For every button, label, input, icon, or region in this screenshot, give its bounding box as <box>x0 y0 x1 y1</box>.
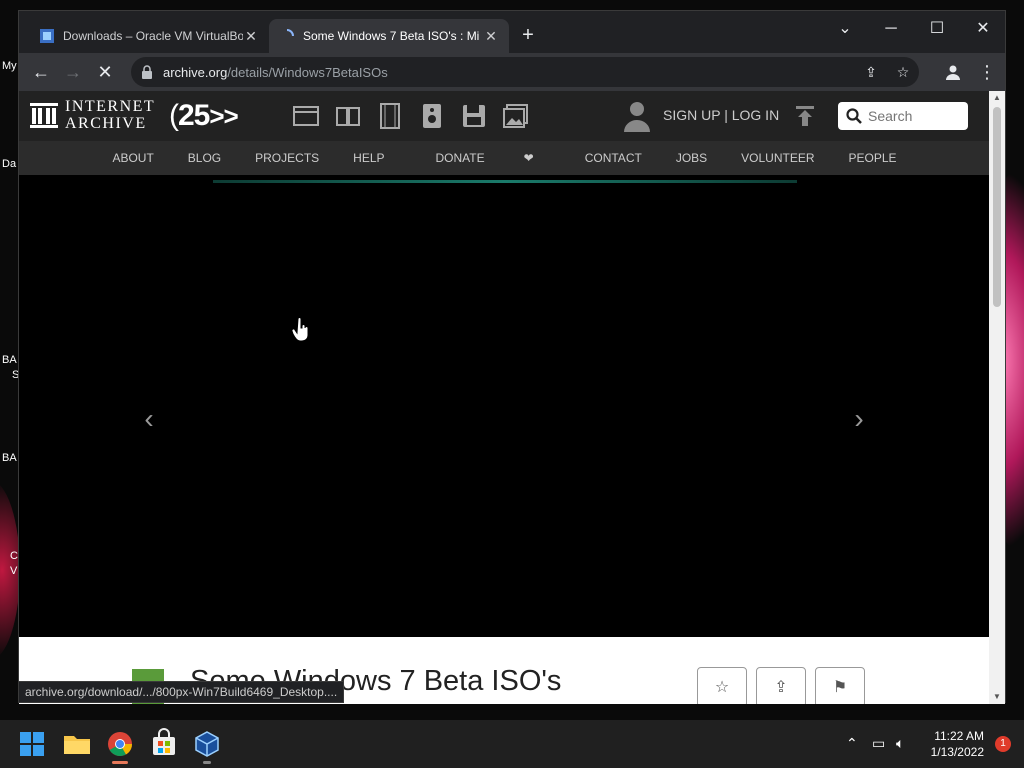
desktop-icon-label[interactable]: V <box>10 565 17 577</box>
wordmark-line2: ARCHIVE <box>65 115 147 132</box>
bookmark-star-icon[interactable]: ☆ <box>891 60 915 84</box>
search-box[interactable] <box>838 102 968 130</box>
audio-speaker-icon[interactable] <box>419 103 445 129</box>
tab-search-dropdown-icon[interactable]: ⌄ <box>823 15 867 43</box>
nav-contact[interactable]: CONTACT <box>568 151 659 165</box>
software-floppy-icon[interactable] <box>461 103 487 129</box>
nav-about[interactable]: ABOUT <box>95 151 170 165</box>
scroll-down-icon[interactable]: ▼ <box>989 690 1005 704</box>
desktop-icon-label[interactable]: Da <box>2 158 16 170</box>
address-bar[interactable]: archive.org/details/Windows7BetaISOs ⇪ ☆ <box>131 57 919 87</box>
tab-title: Downloads – Oracle VM VirtualBox <box>63 29 243 43</box>
user-avatar-icon[interactable] <box>623 100 651 132</box>
close-window-button[interactable]: ✕ <box>961 15 1005 43</box>
network-icon[interactable]: ▭ <box>872 735 885 752</box>
new-tab-button[interactable]: + <box>517 25 539 47</box>
browser-window: Downloads – Oracle VM VirtualBox ✕ Some … <box>18 10 1006 704</box>
desktop-icon-label[interactable]: My <box>2 60 17 72</box>
nav-donate[interactable]: DONATE ❤ <box>402 151 568 165</box>
nav-help[interactable]: HELP <box>336 151 401 165</box>
images-icon[interactable] <box>503 103 529 129</box>
back-arrow-icon[interactable]: ← <box>27 59 55 85</box>
ia-nav-bar: ABOUT BLOG PROJECTS HELP DONATE ❤ CONTACT… <box>19 141 990 175</box>
page-scrollbar[interactable]: ▲ ▼ <box>989 91 1005 704</box>
desktop-icon-label[interactable]: BA <box>2 354 17 366</box>
anniversary-number: 25 <box>178 99 210 132</box>
anniversary-25-logo[interactable]: (25>> <box>169 99 239 133</box>
clock-time: 11:22 AM <box>934 729 984 743</box>
ia-top-bar: INTERNET ARCHIVE (25>> SIGN UP | LOG IN <box>19 91 990 141</box>
nav-volunteer[interactable]: VOLUNTEER <box>724 151 831 165</box>
flag-icon[interactable]: ⚑ <box>815 667 865 704</box>
carousel-next-arrow-icon[interactable]: › <box>849 403 869 435</box>
heart-icon: ❤ <box>523 151 534 165</box>
image-carousel[interactable]: ‹ › <box>19 175 990 637</box>
running-app-indicator <box>203 761 211 764</box>
browser-toolbar: ← → ✕ archive.org/details/Windows7BetaIS… <box>19 53 1005 91</box>
clock-date: 1/13/2022 <box>930 745 984 759</box>
show-hidden-icons-chevron-icon[interactable]: ⌃ <box>846 735 858 752</box>
forward-arrow-icon[interactable]: → <box>59 59 87 85</box>
close-tab-icon[interactable]: ✕ <box>483 28 499 45</box>
nav-blog[interactable]: BLOG <box>171 151 238 165</box>
tab-strip: Downloads – Oracle VM VirtualBox ✕ Some … <box>19 11 1005 53</box>
nav-people[interactable]: PEOPLE <box>832 151 914 165</box>
share-item-icon[interactable]: ⇪ <box>756 667 806 704</box>
virtualbox-icon[interactable] <box>191 728 223 764</box>
url-text: archive.org/details/Windows7BetaISOs <box>163 65 388 80</box>
internet-archive-wordmark[interactable]: INTERNET ARCHIVE <box>65 98 155 132</box>
url-domain: archive.org <box>163 64 228 80</box>
volume-icon[interactable]: 🔈︎ <box>896 735 904 752</box>
scroll-up-icon[interactable]: ▲ <box>989 91 1005 105</box>
signup-login-link[interactable]: SIGN UP | LOG IN <box>663 107 779 123</box>
favorite-star-icon[interactable]: ☆ <box>697 667 747 704</box>
minimize-button[interactable]: ─ <box>869 15 913 43</box>
menu-kebab-icon[interactable]: ⋮ <box>973 59 1001 85</box>
upload-icon[interactable] <box>795 105 815 127</box>
microsoft-store-icon[interactable] <box>148 728 180 760</box>
chrome-icon[interactable] <box>104 728 136 764</box>
nav-donate-label: DONATE <box>435 151 485 165</box>
tab-virtualbox-downloads[interactable]: Downloads – Oracle VM VirtualBox ✕ <box>29 19 269 53</box>
share-icon[interactable]: ⇪ <box>859 60 883 84</box>
page-viewport: INTERNET ARCHIVE (25>> SIGN UP | LOG IN … <box>19 91 990 704</box>
web-icon[interactable] <box>293 103 319 129</box>
wordmark-line1: INTERNET <box>65 98 156 115</box>
internet-archive-logo-icon[interactable] <box>29 100 59 130</box>
video-film-icon[interactable] <box>377 103 403 129</box>
scrollbar-thumb[interactable] <box>993 107 1001 307</box>
hand-cursor-icon <box>292 318 309 342</box>
file-explorer-icon[interactable] <box>61 728 93 760</box>
notification-badge[interactable]: 1 <box>995 736 1011 752</box>
search-icon <box>846 108 862 124</box>
lock-icon <box>142 65 152 79</box>
texts-book-icon[interactable] <box>335 103 361 129</box>
loading-spinner-icon <box>286 29 294 37</box>
clock[interactable]: 11:22 AM 1/13/2022 <box>931 728 984 760</box>
windows-taskbar: ⌃ ▭ 🔈︎ 11:22 AM 1/13/2022 1 <box>0 720 1024 768</box>
desktop-icon-label[interactable]: C <box>10 550 18 562</box>
virtualbox-favicon-icon <box>40 29 54 43</box>
maximize-button[interactable]: ☐ <box>915 15 959 43</box>
desktop-icon-label[interactable]: BA <box>2 452 17 464</box>
search-input[interactable] <box>868 108 958 124</box>
carousel-prev-arrow-icon[interactable]: ‹ <box>139 403 159 435</box>
close-tab-icon[interactable]: ✕ <box>243 28 259 45</box>
nav-projects[interactable]: PROJECTS <box>238 151 336 165</box>
windows-start-icon[interactable] <box>16 728 48 760</box>
url-path: /details/Windows7BetaISOs <box>227 64 388 80</box>
profile-icon[interactable] <box>939 59 967 85</box>
active-app-indicator <box>112 761 128 764</box>
tab-windows7-beta-isos[interactable]: Some Windows 7 Beta ISO's : Mi ✕ <box>269 19 509 53</box>
link-status-bar: archive.org/download/.../800px-Win7Build… <box>18 681 345 703</box>
carousel-loading-line <box>213 180 797 183</box>
tab-title: Some Windows 7 Beta ISO's : Mi <box>303 29 480 43</box>
nav-jobs[interactable]: JOBS <box>659 151 724 165</box>
stop-loading-icon[interactable]: ✕ <box>91 59 119 85</box>
